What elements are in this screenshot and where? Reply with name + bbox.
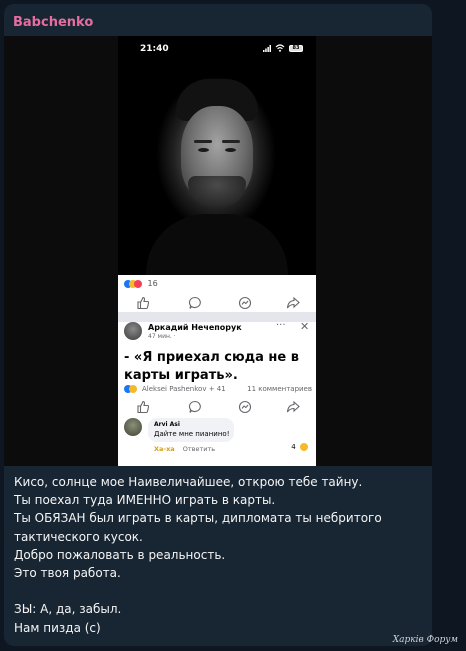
phone-screenshot: 21:40 83 16 Аркадий Нечепорук 47 мин. · … bbox=[118, 36, 316, 466]
message-text: Кисо, солнце мое Наивеличайшее, открою т… bbox=[14, 473, 426, 637]
battery-icon: 83 bbox=[289, 45, 303, 52]
comment-actions: Ха-ха Ответить bbox=[154, 445, 215, 453]
portrait-eye bbox=[225, 148, 236, 152]
message-line: Нам пизда (с) bbox=[14, 620, 101, 635]
portrait-photo: 21:40 83 bbox=[118, 36, 316, 275]
reaction-count: 16 bbox=[147, 279, 158, 288]
share-icon[interactable] bbox=[286, 400, 300, 414]
wifi-icon bbox=[275, 44, 285, 52]
post-actions bbox=[118, 398, 316, 416]
portrait-shirt bbox=[146, 214, 288, 275]
message-line: ЗЫ: А, да, забыл. bbox=[14, 602, 122, 617]
comment-icon[interactable] bbox=[188, 400, 202, 414]
post-separator bbox=[118, 312, 316, 322]
comment-like-button[interactable]: Ха-ха bbox=[154, 445, 175, 453]
comment-text: Дайте мне пианино! bbox=[154, 430, 230, 438]
post-quote: - «Я приехал сюда не в карты играть». bbox=[124, 350, 299, 383]
post-timestamp: 47 мин. · bbox=[148, 333, 176, 340]
phone-status-bar: 21:40 83 bbox=[118, 36, 316, 62]
messenger-icon[interactable] bbox=[238, 400, 252, 414]
like-icon[interactable] bbox=[136, 400, 150, 414]
commenter-name[interactable]: Arvi Asi bbox=[154, 421, 228, 428]
message-photo[interactable]: 21:40 83 16 Аркадий Нечепорук 47 мин. · … bbox=[4, 36, 432, 466]
share-icon[interactable] bbox=[286, 296, 300, 310]
post-author[interactable]: Аркадий Нечепорук bbox=[148, 323, 242, 332]
post-header: Аркадий Нечепорук 47 мин. · ··· ✕ bbox=[124, 320, 310, 346]
watermark: Харків Форум bbox=[392, 635, 458, 645]
message-line: Кисо, солнце мое Наивеличайшее, открою т… bbox=[14, 475, 363, 489]
portrait-eye bbox=[198, 148, 209, 152]
comments-count[interactable]: 11 комментариев bbox=[247, 385, 312, 393]
reactors-text[interactable]: Aleksei Pashenkov + 41 bbox=[142, 385, 226, 393]
portrait-brow bbox=[222, 140, 240, 143]
message-line: Ты поехал туда ИМЕННО играть в карты. bbox=[14, 493, 276, 508]
message-line: Это твоя работа. bbox=[14, 566, 121, 581]
post-actions bbox=[118, 294, 316, 312]
comment-icon[interactable] bbox=[188, 296, 202, 310]
comment-reactions[interactable]: 4 bbox=[291, 443, 308, 451]
haha-reaction-icon bbox=[129, 385, 137, 393]
message-line: Ты ОБЯЗАН был играть в карты, дипломата … bbox=[14, 511, 382, 526]
comment-bubble: Arvi Asi Дайте мне пианино! bbox=[148, 418, 234, 442]
sender-name[interactable]: Babchenko bbox=[13, 15, 93, 30]
post-meta: Aleksei Pashenkov + 41 11 комментариев bbox=[124, 385, 312, 393]
portrait-beard bbox=[188, 176, 246, 206]
commenter-avatar[interactable] bbox=[124, 418, 142, 436]
message-line: Добро пожаловать в реальность. bbox=[14, 547, 226, 562]
haha-reaction-icon bbox=[300, 443, 308, 451]
reaction-summary[interactable]: 16 bbox=[124, 279, 158, 288]
message-bubble: Babchenko 21:40 83 16 Аркадий Нечепорук … bbox=[4, 4, 432, 646]
more-icon[interactable]: ··· bbox=[276, 320, 286, 331]
messenger-icon[interactable] bbox=[238, 296, 252, 310]
status-time: 21:40 bbox=[140, 44, 169, 54]
author-avatar[interactable] bbox=[124, 322, 142, 340]
close-icon[interactable]: ✕ bbox=[300, 320, 309, 333]
signal-icon bbox=[263, 45, 271, 52]
portrait-brow bbox=[194, 140, 212, 143]
comment-item: Arvi Asi Дайте мне пианино! Ха-ха Ответи… bbox=[124, 418, 312, 462]
comment-reaction-count: 4 bbox=[291, 443, 296, 451]
like-icon[interactable] bbox=[136, 296, 150, 310]
angry-reaction-icon bbox=[134, 279, 142, 288]
message-line: тактического кусок. bbox=[14, 529, 143, 544]
comment-reply-button[interactable]: Ответить bbox=[183, 445, 215, 453]
